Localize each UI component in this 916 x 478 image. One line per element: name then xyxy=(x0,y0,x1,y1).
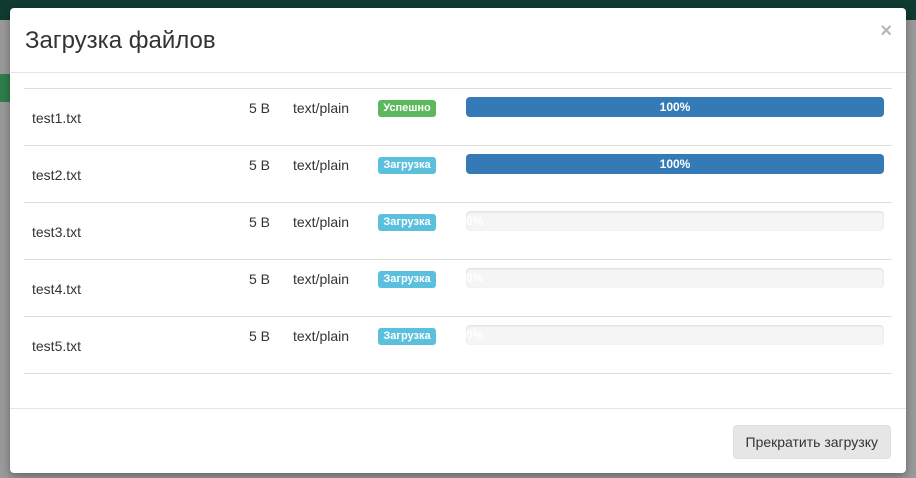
file-size: 5 B xyxy=(249,157,271,173)
status-badge: Загрузка xyxy=(378,214,436,231)
file-name: test5.txt xyxy=(32,338,82,354)
file-type: text/plain xyxy=(293,214,350,230)
modal-title: Загрузка файлов xyxy=(25,27,216,54)
file-row: test3.txt 5 B text/plain Загрузка 0% xyxy=(24,203,892,260)
file-type: text/plain xyxy=(293,271,350,287)
file-type: text/plain xyxy=(293,328,350,344)
file-type: text/plain xyxy=(293,157,350,173)
stop-upload-button[interactable]: Прекратить загрузку xyxy=(732,425,891,459)
background-green-button xyxy=(0,74,10,102)
file-list: test1.txt 5 B text/plain Успешно 100% te… xyxy=(24,88,892,374)
close-icon[interactable]: × xyxy=(880,21,892,41)
progress-bar: 0% xyxy=(466,325,884,345)
file-name: test4.txt xyxy=(32,281,82,297)
status-badge: Загрузка xyxy=(378,271,436,288)
progress-fill: 100% xyxy=(466,97,884,117)
file-name: test1.txt xyxy=(32,110,82,126)
upload-modal: Загрузка файлов × test1.txt 5 B text/pla… xyxy=(10,8,906,473)
file-size: 5 B xyxy=(249,271,271,287)
modal-header: Загрузка файлов × xyxy=(10,8,906,73)
progress-bar: 100% xyxy=(466,154,884,174)
status-badge: Успешно xyxy=(378,100,436,117)
progress-bar: 100% xyxy=(466,97,884,117)
file-size: 5 B xyxy=(249,214,271,230)
file-row: test4.txt 5 B text/plain Загрузка 0% xyxy=(24,260,892,317)
file-row: test1.txt 5 B text/plain Успешно 100% xyxy=(24,89,892,146)
file-name: test2.txt xyxy=(32,167,82,183)
file-size: 5 B xyxy=(249,100,271,116)
progress-bar: 0% xyxy=(466,268,884,288)
modal-footer: Прекратить загрузку xyxy=(10,408,906,474)
file-row: test5.txt 5 B text/plain Загрузка 0% xyxy=(24,317,892,374)
progress-fill: 100% xyxy=(466,154,884,174)
file-type: text/plain xyxy=(293,100,350,116)
status-badge: Загрузка xyxy=(378,157,436,174)
progress-bar: 0% xyxy=(466,211,884,231)
status-badge: Загрузка xyxy=(378,328,436,345)
file-size: 5 B xyxy=(249,328,271,344)
file-name: test3.txt xyxy=(32,224,82,240)
file-row: test2.txt 5 B text/plain Загрузка 100% xyxy=(24,146,892,203)
